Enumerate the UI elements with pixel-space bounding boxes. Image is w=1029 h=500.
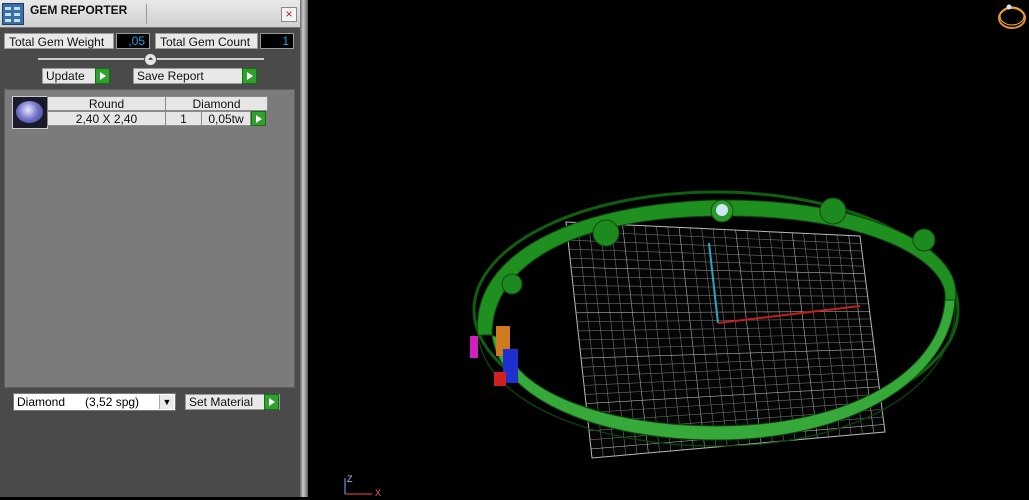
slider-knob-icon[interactable]: ⏶: [144, 53, 157, 66]
axis-x-label: X: [375, 488, 381, 497]
window-title: GEM REPORTER: [30, 3, 127, 17]
gem-reporter-app-icon: [2, 3, 24, 25]
save-report-button[interactable]: Save Report: [133, 68, 257, 84]
close-icon[interactable]: ×: [281, 7, 297, 22]
material-select[interactable]: Diamond (3,52 spg) ▼: [13, 393, 176, 411]
play-arrow-icon[interactable]: [264, 394, 279, 410]
gem-row-play-arrow-icon[interactable]: [251, 111, 266, 126]
total-gem-weight-value: ,05: [116, 33, 150, 49]
gem-marker-red: [494, 372, 506, 386]
3d-viewport[interactable]: Z X: [308, 0, 1029, 497]
play-arrow-icon[interactable]: [242, 68, 257, 84]
gem-material-header: Diamond: [165, 96, 268, 111]
panel-splitter[interactable]: [300, 0, 308, 497]
title-divider: [146, 4, 147, 24]
gem-weight-cell: 0,05tw: [201, 111, 251, 126]
gem-list: Round Diamond 2,40 X 2,40 1 0,05tw: [4, 89, 295, 388]
material-select-value: Diamond (3,52 spg): [17, 395, 139, 409]
save-report-button-label: Save Report: [137, 69, 204, 83]
round-gem-thumbnail: [12, 96, 48, 129]
axis-z-label: Z: [347, 474, 353, 484]
update-button[interactable]: Update: [42, 68, 110, 84]
view-cube-icon[interactable]: [997, 2, 1027, 30]
title-bar: GEM REPORTER ×: [0, 0, 300, 28]
chevron-down-icon[interactable]: ▼: [159, 395, 174, 409]
gem-count-cell: 1: [165, 111, 202, 126]
play-arrow-icon[interactable]: [95, 68, 110, 84]
gem-size-cell: 2,40 X 2,40: [47, 111, 166, 126]
gem-marker-magenta: [470, 336, 478, 358]
world-axis-indicator: Z X: [345, 474, 381, 497]
gem-reporter-panel: GEM REPORTER × Total Gem Weight ,05 Tota…: [0, 0, 300, 497]
total-gem-weight-label: Total Gem Weight: [4, 33, 114, 49]
total-gem-count-value: 1: [260, 33, 294, 49]
set-material-button[interactable]: Set Material: [185, 394, 280, 410]
total-gem-count-label: Total Gem Count: [155, 33, 258, 49]
gem-shape-header: Round: [47, 96, 166, 111]
viewport-scene: Z X: [308, 0, 1029, 497]
update-button-label: Update: [46, 69, 85, 83]
set-material-button-label: Set Material: [189, 395, 253, 409]
